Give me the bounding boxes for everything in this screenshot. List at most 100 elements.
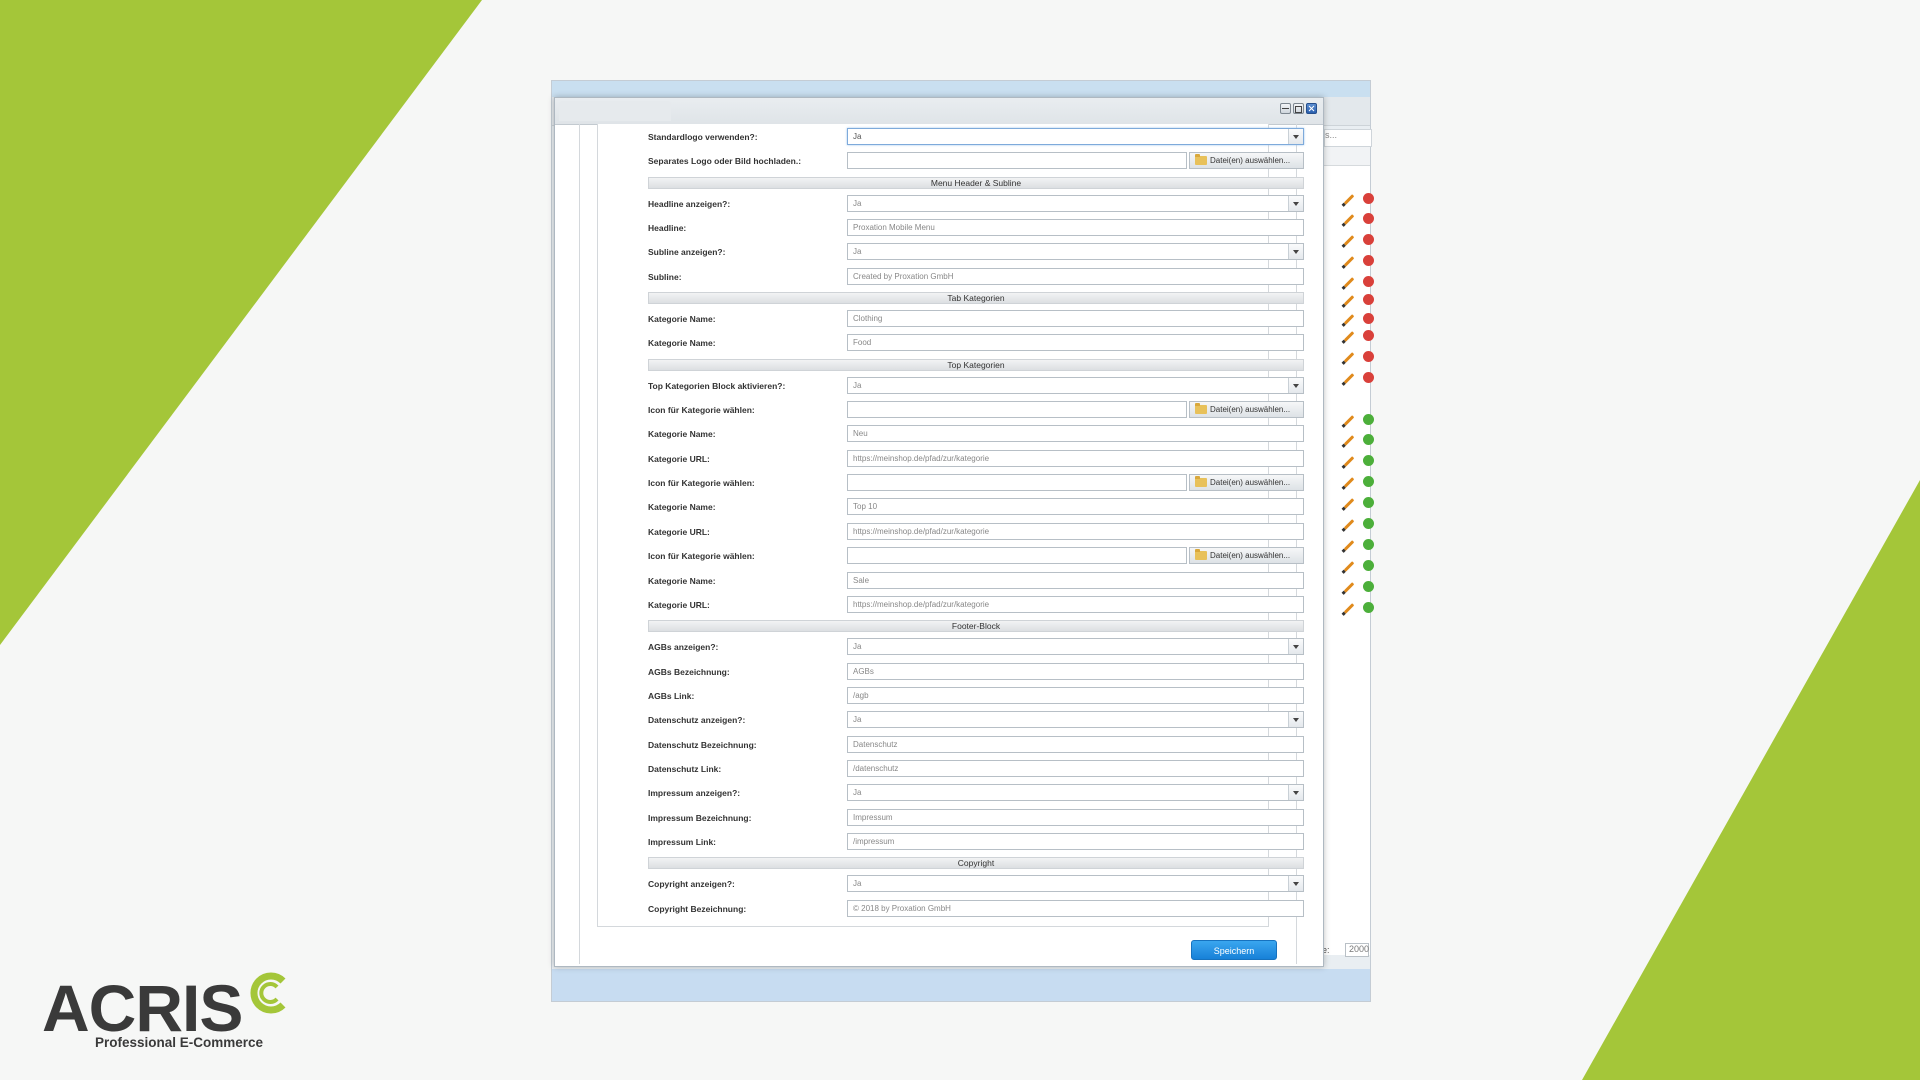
choose-files-button[interactable]: Datei(en) auswählen... bbox=[1189, 547, 1304, 565]
chevron-down-icon[interactable] bbox=[1288, 876, 1303, 892]
choose-files-button[interactable]: Datei(en) auswählen... bbox=[1189, 152, 1304, 170]
close-button[interactable] bbox=[1306, 103, 1317, 114]
form-row: Headline: Proxation Mobile Menu bbox=[648, 217, 1304, 241]
field-label: Kategorie Name: bbox=[648, 429, 716, 440]
active-status-icon[interactable] bbox=[1363, 518, 1374, 529]
backdrop-search-input[interactable]: s... bbox=[1324, 129, 1372, 147]
delete-icon[interactable] bbox=[1363, 276, 1374, 287]
select-field[interactable]: Ja bbox=[847, 376, 1304, 394]
pagination-input[interactable]: 2000 bbox=[1345, 943, 1369, 957]
select-field[interactable]: Ja bbox=[847, 875, 1304, 893]
pencil-icon[interactable] bbox=[1343, 435, 1355, 446]
file-path-input[interactable] bbox=[847, 547, 1187, 565]
select-field[interactable]: Ja bbox=[847, 784, 1304, 802]
pencil-icon[interactable] bbox=[1343, 256, 1355, 267]
form-panel[interactable]: Standardlogo verwenden?: Ja Separates Logo… bbox=[597, 124, 1304, 927]
select-field[interactable]: Ja bbox=[847, 128, 1304, 145]
pencil-icon[interactable] bbox=[1343, 214, 1355, 225]
form-row: Copyright anzeigen?: Ja bbox=[648, 873, 1304, 897]
pencil-icon[interactable] bbox=[1343, 277, 1355, 288]
field-label: Datenschutz Link: bbox=[648, 763, 722, 774]
text-input[interactable]: Created by Proxation GmbH bbox=[847, 267, 1304, 285]
pencil-icon[interactable] bbox=[1343, 456, 1355, 467]
active-status-icon[interactable] bbox=[1363, 497, 1374, 508]
minimize-button[interactable] bbox=[1280, 103, 1291, 114]
text-input[interactable]: Proxation Mobile Menu bbox=[847, 219, 1304, 237]
text-input[interactable]: /agb bbox=[847, 686, 1304, 704]
backdrop-row-actions bbox=[1343, 372, 1374, 391]
form-row: Datenschutz Link: /datenschutz bbox=[648, 758, 1304, 782]
select-field[interactable]: Ja bbox=[847, 711, 1304, 729]
text-input[interactable]: Clothing bbox=[847, 310, 1304, 328]
folder-icon bbox=[1195, 154, 1207, 166]
form-row: Impressum anzeigen?: Ja bbox=[648, 782, 1304, 806]
delete-icon[interactable] bbox=[1363, 351, 1374, 362]
active-status-icon[interactable] bbox=[1363, 455, 1374, 466]
text-input[interactable]: Neu bbox=[847, 425, 1304, 443]
choose-files-button[interactable]: Datei(en) auswählen... bbox=[1189, 474, 1304, 492]
chevron-down-icon[interactable] bbox=[1288, 785, 1303, 801]
delete-icon[interactable] bbox=[1363, 255, 1374, 266]
text-input[interactable]: Sale bbox=[847, 571, 1304, 589]
active-status-icon[interactable] bbox=[1363, 560, 1374, 571]
minimize-icon bbox=[1282, 108, 1289, 109]
active-status-icon[interactable] bbox=[1363, 539, 1374, 550]
pencil-icon[interactable] bbox=[1343, 498, 1355, 509]
text-input[interactable]: Food bbox=[847, 334, 1304, 352]
pencil-icon[interactable] bbox=[1343, 582, 1355, 593]
delete-icon[interactable] bbox=[1363, 330, 1374, 341]
text-input[interactable]: AGBs bbox=[847, 662, 1304, 680]
active-status-icon[interactable] bbox=[1363, 602, 1374, 613]
select-field[interactable]: Ja bbox=[847, 638, 1304, 656]
delete-icon[interactable] bbox=[1363, 372, 1374, 383]
pencil-icon[interactable] bbox=[1343, 540, 1355, 551]
text-input[interactable]: /datenschutz bbox=[847, 759, 1304, 777]
pencil-icon[interactable] bbox=[1343, 235, 1355, 246]
chevron-down-icon[interactable] bbox=[1288, 244, 1303, 260]
active-status-icon[interactable] bbox=[1363, 476, 1374, 487]
pencil-icon[interactable] bbox=[1343, 352, 1355, 363]
select-field[interactable]: Ja bbox=[847, 243, 1304, 261]
pencil-icon[interactable] bbox=[1343, 603, 1355, 614]
text-input[interactable]: https://meinshop.de/pfad/zur/kategorie bbox=[847, 449, 1304, 467]
text-input[interactable]: https://meinshop.de/pfad/zur/kategorie bbox=[847, 522, 1304, 540]
pencil-icon[interactable] bbox=[1343, 519, 1355, 530]
text-input[interactable]: © 2018 by Proxation GmbH bbox=[847, 899, 1304, 917]
active-status-icon[interactable] bbox=[1363, 581, 1374, 592]
delete-icon[interactable] bbox=[1363, 213, 1374, 224]
file-path-input[interactable] bbox=[847, 474, 1187, 492]
pencil-icon[interactable] bbox=[1343, 415, 1355, 426]
save-button[interactable]: Speichern bbox=[1191, 940, 1277, 960]
maximize-button[interactable] bbox=[1293, 103, 1304, 114]
text-input[interactable]: https://meinshop.de/pfad/zur/kategorie bbox=[847, 595, 1304, 613]
pencil-icon[interactable] bbox=[1343, 194, 1355, 205]
chevron-down-icon[interactable] bbox=[1288, 712, 1303, 728]
pencil-icon[interactable] bbox=[1343, 561, 1355, 572]
file-path-input[interactable] bbox=[847, 401, 1187, 419]
active-status-icon[interactable] bbox=[1363, 434, 1374, 445]
delete-icon[interactable] bbox=[1363, 193, 1374, 204]
pencil-icon[interactable] bbox=[1343, 331, 1355, 342]
file-path-input[interactable] bbox=[847, 152, 1187, 170]
active-status-icon[interactable] bbox=[1363, 414, 1374, 425]
delete-icon[interactable] bbox=[1363, 294, 1374, 305]
pencil-icon[interactable] bbox=[1343, 477, 1355, 488]
pencil-icon[interactable] bbox=[1343, 295, 1355, 306]
text-input[interactable]: Impressum bbox=[847, 808, 1304, 826]
choose-files-button[interactable]: Datei(en) auswählen... bbox=[1189, 401, 1304, 419]
select-value: Ja bbox=[853, 788, 862, 798]
text-input[interactable]: Top 10 bbox=[847, 498, 1304, 516]
chevron-down-icon[interactable] bbox=[1288, 639, 1303, 655]
pencil-icon[interactable] bbox=[1343, 314, 1355, 325]
text-input[interactable]: Datenschutz bbox=[847, 735, 1304, 753]
chevron-down-icon[interactable] bbox=[1288, 377, 1303, 393]
chevron-down-icon[interactable] bbox=[1288, 195, 1303, 211]
delete-icon[interactable] bbox=[1363, 234, 1374, 245]
pencil-icon[interactable] bbox=[1343, 373, 1355, 384]
delete-icon[interactable] bbox=[1363, 313, 1374, 324]
section-title: Menu Header & Subline bbox=[648, 176, 1304, 189]
text-input[interactable]: /impressum bbox=[847, 832, 1304, 850]
select-field[interactable]: Ja bbox=[847, 194, 1304, 212]
chevron-down-icon[interactable] bbox=[1288, 129, 1303, 144]
field-label: Standardlogo verwenden?: bbox=[648, 132, 758, 142]
